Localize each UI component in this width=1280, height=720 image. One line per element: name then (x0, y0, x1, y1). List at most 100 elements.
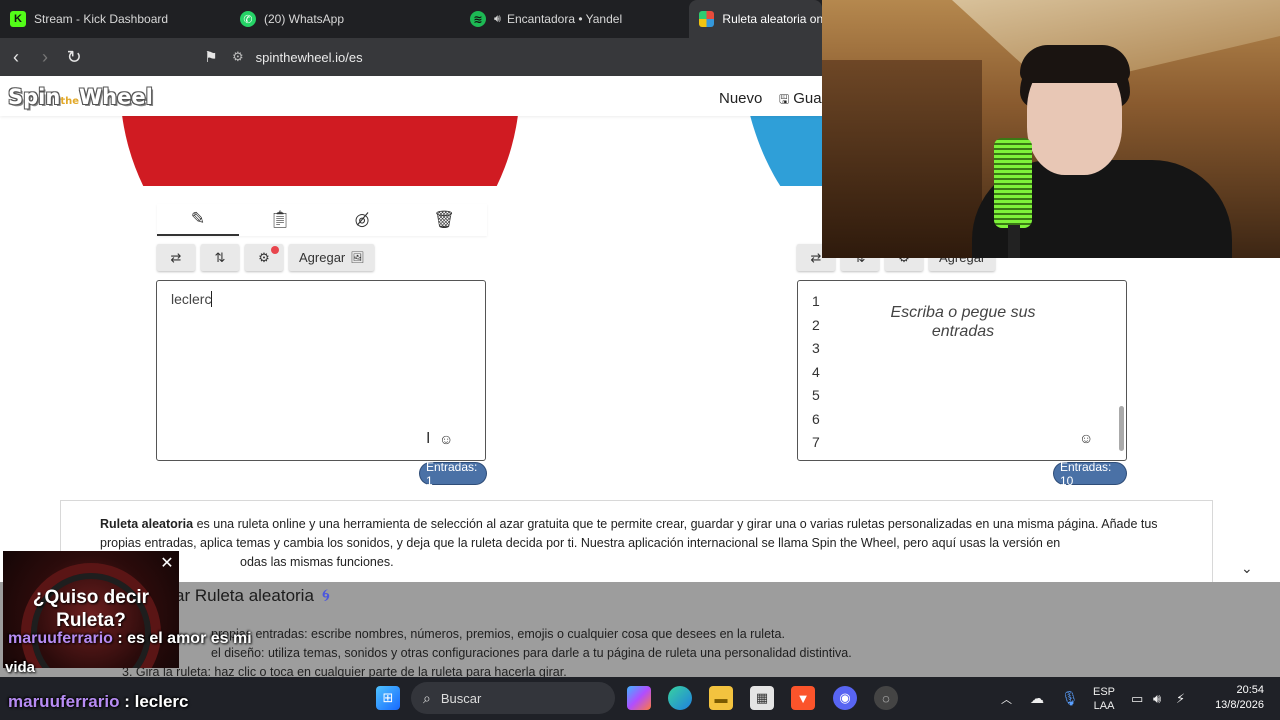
back-button[interactable]: ‹ (2, 43, 30, 71)
logo-text-wheel: Wheel (79, 85, 153, 109)
line-number: 7 (812, 434, 820, 450)
how-to-step-3: 3. Gira la ruleta: haz clic o toca en cu… (122, 665, 567, 677)
chevron-down-icon[interactable]: ⌄ (1241, 560, 1253, 577)
entries-textarea-left[interactable]: leclerc ☺ (156, 280, 486, 461)
search-label: Buscar (440, 690, 482, 706)
webcam-person-fringe (1020, 45, 1130, 83)
tab-delete[interactable]: 🗑︎ (403, 204, 485, 236)
tab-whatsapp[interactable]: ✆ (20) WhatsApp (230, 0, 460, 38)
site-logo[interactable]: SpintheWheel (8, 85, 153, 109)
sort-button[interactable]: ⇅ (201, 244, 239, 271)
add-label: Agregar (299, 250, 346, 265)
image-icon: 🖼︎ (350, 252, 365, 264)
discord-icon[interactable]: ◉ (833, 686, 857, 710)
shuffle-icon: ⇄ (170, 249, 182, 265)
kick-icon: K (10, 11, 26, 27)
taskbar-clock[interactable]: 20:54 13/8/2026 (1200, 683, 1264, 713)
line-numbers: 1 2 3 4 5 6 7 (812, 290, 820, 455)
clock-time: 20:54 (1236, 684, 1264, 696)
textarea-scrollbar[interactable] (1119, 406, 1124, 451)
editor-tabs-left: ✎ 📋︎ ◎̸ 🗑︎ (157, 204, 487, 236)
wheel-right[interactable] (740, 116, 822, 186)
tab-ruleta-aleatoria[interactable]: Ruleta aleatoria onl (689, 0, 822, 38)
guardar-label: Gua (793, 90, 822, 107)
wheel-area (0, 116, 822, 186)
bookmark-icon[interactable]: ⚑ (197, 43, 225, 71)
close-icon[interactable]: ✕ (157, 553, 177, 573)
settings-button[interactable]: ⚙ (245, 244, 283, 271)
tab-title: (20) WhatsApp (264, 12, 345, 26)
windows-start-icon[interactable]: ⊞ (376, 686, 400, 710)
cloud-icon[interactable]: ☁ (1030, 677, 1044, 720)
chat-message: maruuferrario : leclerc (8, 692, 188, 712)
entries-value: leclerc (171, 291, 212, 307)
notification-dot (271, 246, 279, 254)
file-explorer-icon[interactable]: ▬ (709, 686, 733, 710)
save-icon: 🖫 (779, 92, 790, 106)
site-settings-icon[interactable]: ⚙ (232, 49, 244, 65)
how-to-step-1: propias entradas: escribe nombres, númer… (211, 627, 785, 641)
wheel-left[interactable] (120, 116, 520, 186)
language-indicator[interactable]: ESP LAA (1093, 677, 1115, 720)
entries-textarea-right[interactable]: 1 2 3 4 5 6 7 Escriba o pegue sus entrad… (797, 280, 1127, 461)
line-number: 6 (812, 410, 820, 427)
chat-separator: : (112, 630, 128, 647)
lang-layout: LAA (1093, 699, 1115, 712)
webcam-overlay (822, 0, 1280, 258)
tab-kick-dashboard[interactable]: K Stream - Kick Dashboard (0, 0, 230, 38)
chat-message: maruuferrario : es el amor es mi (8, 630, 252, 648)
tab-results[interactable]: 📋︎ (239, 204, 321, 236)
obs-icon[interactable]: ◌ (874, 686, 898, 710)
add-image-button[interactable]: Agregar 🖼︎ (289, 244, 375, 271)
edge-icon[interactable] (668, 686, 692, 710)
description-panel: Ruleta aleatoria es una ruleta online y … (60, 500, 1213, 582)
spinthewheel-icon (699, 11, 715, 27)
pencil-icon: ✎ (190, 209, 206, 228)
reload-button[interactable]: ↻ (60, 43, 88, 71)
text-caret (211, 291, 213, 307)
logo-text-the: the (60, 96, 79, 107)
brave-icon[interactable]: ▼ (791, 686, 815, 710)
how-to-heading-text: ar Ruleta aleatoria (175, 586, 314, 605)
chat-text: leclerc (134, 692, 189, 711)
how-to-heading: ar Ruleta aleatoria 🌀︎ (175, 586, 330, 606)
battery-icon[interactable]: ⚡ (1176, 677, 1185, 720)
forward-button[interactable]: › (31, 43, 59, 71)
store-icon[interactable]: ▦ (750, 686, 774, 710)
chat-text: vida (5, 659, 36, 676)
entries-count-badge-right: Entradas: 10 (1054, 460, 1126, 488)
description-bold: Ruleta aleatoria (100, 517, 194, 531)
whatsapp-icon: ✆ (240, 11, 256, 27)
suggestion-text: ¿Quiso decir Ruleta? (32, 587, 150, 631)
volume-icon[interactable]: 🔊︎ (1153, 677, 1161, 720)
taskbar-search[interactable]: ⌕ Buscar (411, 682, 615, 714)
chat-username: maruuferrario (8, 630, 113, 647)
network-icon[interactable]: ▭ (1131, 677, 1143, 720)
eye-off-icon: ◎̸ (354, 210, 370, 229)
tray-chevron-icon[interactable]: ︿ (1001, 677, 1012, 720)
chat-username: maruuferrario (8, 692, 120, 711)
nuevo-button[interactable]: Nuevo (719, 90, 762, 107)
clock-date: 13/8/2026 (1215, 699, 1264, 711)
sort-icon: ⇅ (214, 249, 226, 265)
shuffle-button[interactable]: ⇄ (157, 244, 195, 271)
tab-edit[interactable]: ✎ (157, 204, 239, 236)
guardar-button[interactable]: 🖫 Gua (779, 90, 822, 111)
description-tail: odas las mismas funciones. (240, 555, 394, 569)
mouse-cursor-ibeam: I (426, 430, 431, 447)
tab-title: Stream - Kick Dashboard (34, 12, 169, 26)
emoji-icon[interactable]: ☺ (439, 431, 453, 447)
gear-icon: ⚙ (258, 249, 270, 265)
line-number: 4 (812, 363, 820, 380)
url-field[interactable]: ⚙ spinthewheel.io/es (232, 43, 363, 71)
tab-spotify[interactable]: ≋ 🔊︎ Encantadora • Yandel (460, 0, 689, 38)
emoji-icon[interactable]: ☺ (1079, 430, 1093, 446)
line-number: 2 (812, 316, 820, 333)
tab-hidden[interactable]: ◎̸ (321, 204, 403, 236)
shuffle-icon: ⇄ (810, 249, 822, 265)
clipboard-icon: 📋︎ (269, 210, 291, 229)
spiral-icon: 🌀︎ (321, 586, 330, 605)
microphone-tray-icon[interactable]: 🎙︎ (1061, 677, 1079, 720)
entries-text: leclerc (171, 291, 213, 307)
copilot-icon[interactable] (627, 686, 651, 710)
